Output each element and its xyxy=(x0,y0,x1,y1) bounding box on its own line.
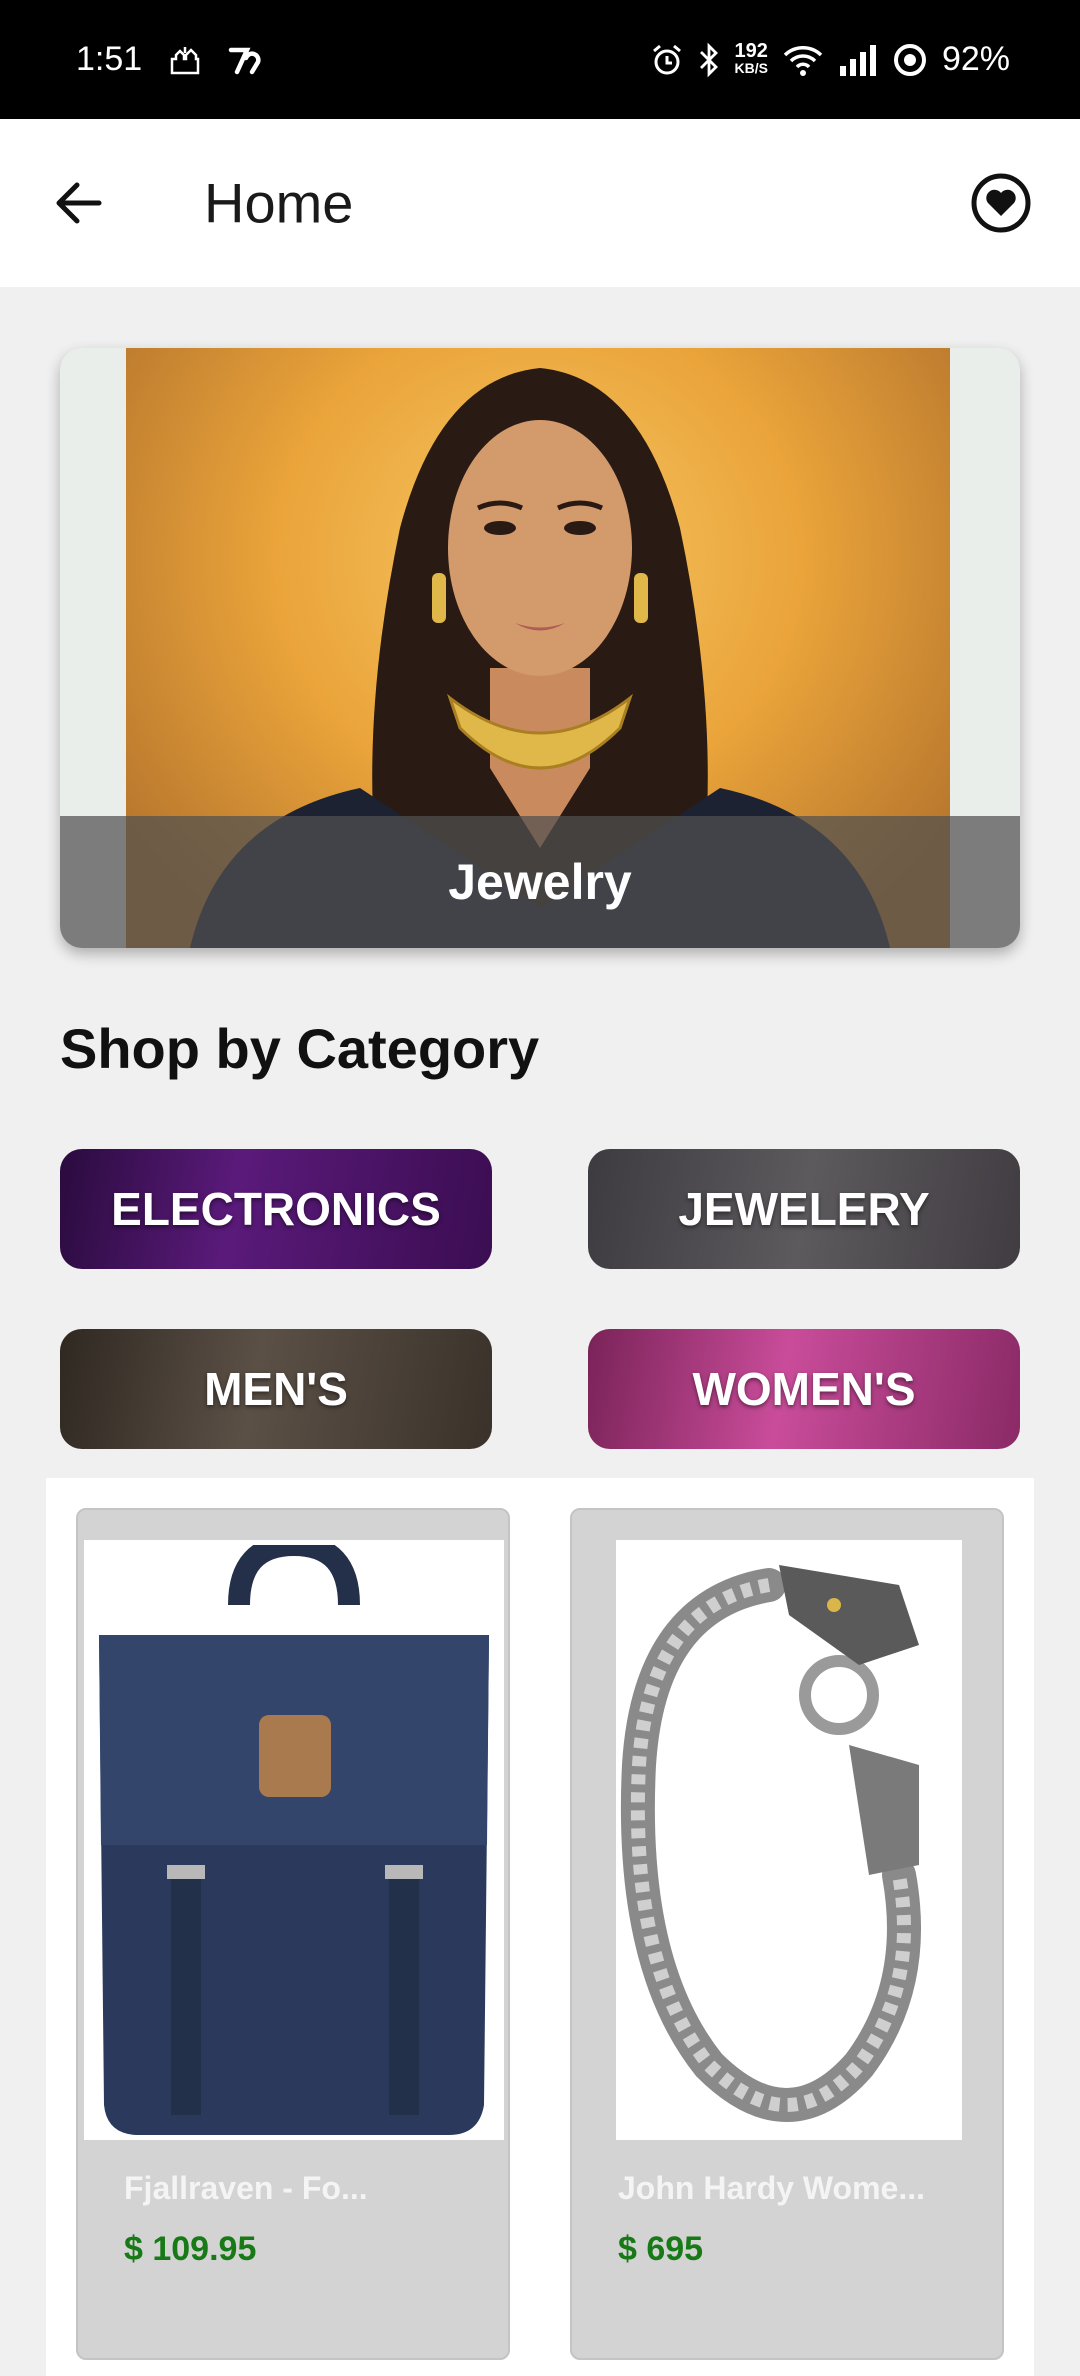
product-image-bracelet xyxy=(616,1540,962,2140)
arrow-left-icon xyxy=(56,182,102,224)
product-grid: Fjallraven - Fo... $ 109.95 John Hardy W… xyxy=(46,1478,1034,2376)
category-label: ELECTRONICS xyxy=(111,1183,441,1235)
bracelet-image xyxy=(620,1565,921,2122)
category-label: WOMEN'S xyxy=(692,1363,916,1415)
product-card[interactable]: John Hardy Wome... $ 695 xyxy=(570,1508,1004,2360)
status-right: 192 KB/S 92% xyxy=(650,40,1010,79)
product-card[interactable]: Fjallraven - Fo... $ 109.95 xyxy=(76,1508,510,2360)
net-speed-value: 192 xyxy=(734,39,768,62)
wifi-icon xyxy=(782,43,824,77)
category-label: JEWELERY xyxy=(678,1183,930,1235)
category-jewelery-button[interactable]: JEWELERY xyxy=(588,1149,1020,1269)
status-left: 1:51 xyxy=(76,40,264,79)
bluetooth-icon xyxy=(698,42,720,78)
backpack-image xyxy=(99,1545,489,2135)
heart-circle-icon xyxy=(971,173,1031,233)
category-womens-button[interactable]: WOMEN'S xyxy=(588,1329,1020,1449)
mosque-icon xyxy=(168,45,202,75)
battery-percent: 92% xyxy=(941,40,1010,78)
hero-caption: Jewelry xyxy=(60,816,1020,948)
status-bar: 1:51 192 KB/S 92% xyxy=(0,0,1080,119)
net-speed: 192 KB/S xyxy=(734,39,768,77)
back-button[interactable] xyxy=(44,168,114,238)
net-speed-unit: KB/S xyxy=(734,59,768,76)
product-price: $ 109.95 xyxy=(124,2230,257,2268)
app-7-icon xyxy=(228,44,264,76)
battery-ring-icon xyxy=(892,42,928,78)
product-name: Fjallraven - Fo... xyxy=(124,2170,368,2206)
section-title: Shop by Category xyxy=(60,1017,540,1080)
signal-icon xyxy=(838,44,878,76)
hero-banner[interactable]: Jewelry xyxy=(60,348,1020,948)
product-name: John Hardy Wome... xyxy=(618,2170,926,2206)
category-electronics-button[interactable]: ELECTRONICS xyxy=(60,1149,492,1269)
status-time: 1:51 xyxy=(76,40,143,78)
alarm-icon xyxy=(650,43,684,77)
page-title: Home xyxy=(204,171,354,235)
favorites-button[interactable] xyxy=(966,168,1036,238)
app-bar: Home xyxy=(0,119,1080,287)
category-label: MEN'S xyxy=(204,1363,348,1415)
product-image-backpack xyxy=(84,1540,504,2140)
product-price: $ 695 xyxy=(618,2230,704,2268)
category-mens-button[interactable]: MEN'S xyxy=(60,1329,492,1449)
